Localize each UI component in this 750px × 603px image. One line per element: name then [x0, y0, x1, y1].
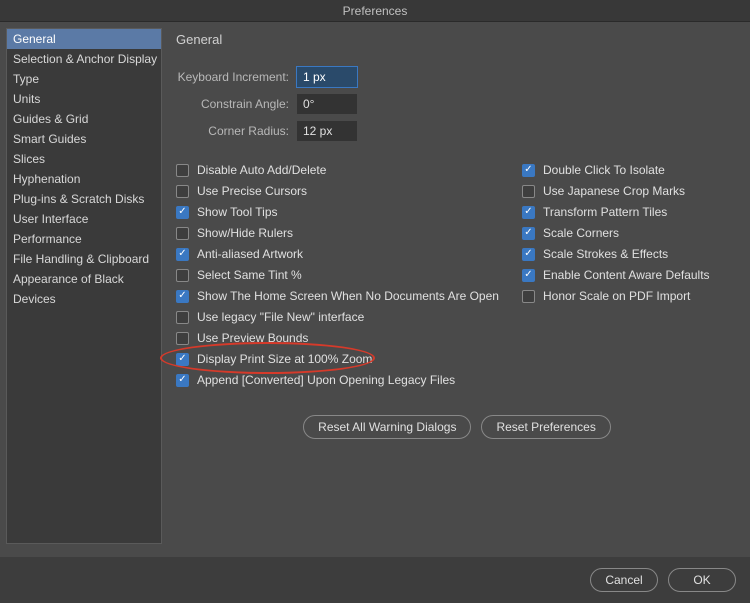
checkbox-row[interactable]: Use Precise Cursors: [176, 184, 522, 198]
sidebar-item-units[interactable]: Units: [7, 89, 161, 109]
checkbox-icon[interactable]: [522, 206, 535, 219]
checkbox-row[interactable]: Append [Converted] Upon Opening Legacy F…: [176, 373, 522, 387]
field-corner-radius: Corner Radius:: [176, 121, 738, 141]
checkbox-row[interactable]: Transform Pattern Tiles: [522, 205, 710, 219]
checkbox-row[interactable]: Enable Content Aware Defaults: [522, 268, 710, 282]
checkbox-icon[interactable]: [522, 227, 535, 240]
checkbox-row[interactable]: Anti-aliased Artwork: [176, 247, 522, 261]
checkbox-icon[interactable]: [176, 269, 189, 282]
checkbox-label: Append [Converted] Upon Opening Legacy F…: [197, 373, 455, 387]
checkbox-label: Use Precise Cursors: [197, 184, 307, 198]
checkbox-icon[interactable]: [176, 311, 189, 324]
checkbox-icon[interactable]: [522, 269, 535, 282]
checkbox-row[interactable]: Select Same Tint %: [176, 268, 522, 282]
checkbox-icon[interactable]: [176, 332, 189, 345]
sidebar-item-hyphenation[interactable]: Hyphenation: [7, 169, 161, 189]
checkbox-label: Anti-aliased Artwork: [197, 247, 303, 261]
ok-button[interactable]: OK: [668, 568, 736, 592]
keyboard-increment-input[interactable]: [297, 67, 357, 87]
sidebar-item-appearance-of-black[interactable]: Appearance of Black: [7, 269, 161, 289]
sidebar-item-type[interactable]: Type: [7, 69, 161, 89]
checkbox-label: Use Japanese Crop Marks: [543, 184, 685, 198]
sidebar-item-file-handling-clipboard[interactable]: File Handling & Clipboard: [7, 249, 161, 269]
field-constrain-angle: Constrain Angle:: [176, 94, 738, 114]
sidebar-item-plug-ins-scratch-disks[interactable]: Plug-ins & Scratch Disks: [7, 189, 161, 209]
checkbox-icon[interactable]: [176, 374, 189, 387]
checkbox-row[interactable]: Use Preview Bounds: [176, 331, 522, 345]
checkbox-icon[interactable]: [176, 227, 189, 240]
checkbox-icon[interactable]: [176, 353, 189, 366]
checkbox-icon[interactable]: [522, 290, 535, 303]
sidebar-item-performance[interactable]: Performance: [7, 229, 161, 249]
checkbox-label: Show The Home Screen When No Documents A…: [197, 289, 499, 303]
checkbox-row[interactable]: Show The Home Screen When No Documents A…: [176, 289, 522, 303]
reset-preferences-button[interactable]: Reset Preferences: [481, 415, 610, 439]
sidebar-item-slices[interactable]: Slices: [7, 149, 161, 169]
checkbox-label: Enable Content Aware Defaults: [543, 268, 710, 282]
category-sidebar: GeneralSelection & Anchor DisplayTypeUni…: [6, 28, 162, 544]
checkbox-column-left: Disable Auto Add/Delete Use Precise Curso…: [176, 163, 522, 387]
main-panel: General Keyboard Increment: Constrain An…: [172, 28, 744, 544]
checkbox-label: Disable Auto Add/Delete: [197, 163, 326, 177]
window-title: Preferences: [343, 4, 408, 18]
checkbox-row[interactable]: Scale Strokes & Effects: [522, 247, 710, 261]
sidebar-item-smart-guides[interactable]: Smart Guides: [7, 129, 161, 149]
checkbox-row[interactable]: Scale Corners: [522, 226, 710, 240]
sidebar-item-general[interactable]: General: [7, 29, 161, 49]
checkbox-icon[interactable]: [176, 206, 189, 219]
checkbox-columns: Disable Auto Add/Delete Use Precise Curso…: [176, 163, 738, 387]
sidebar-item-guides-grid[interactable]: Guides & Grid: [7, 109, 161, 129]
checkbox-label: Honor Scale on PDF Import: [543, 289, 690, 303]
field-label: Constrain Angle:: [176, 97, 289, 111]
sidebar-item-user-interface[interactable]: User Interface: [7, 209, 161, 229]
checkbox-icon[interactable]: [176, 248, 189, 261]
checkbox-label: Double Click To Isolate: [543, 163, 665, 177]
checkbox-row[interactable]: Disable Auto Add/Delete: [176, 163, 522, 177]
checkbox-row[interactable]: Use Japanese Crop Marks: [522, 184, 710, 198]
corner-radius-input[interactable]: [297, 121, 357, 141]
field-label: Keyboard Increment:: [176, 70, 289, 84]
checkbox-icon[interactable]: [176, 290, 189, 303]
checkbox-label: Scale Strokes & Effects: [543, 247, 668, 261]
checkbox-label: Use legacy "File New" interface: [197, 310, 364, 324]
sidebar-item-selection-anchor-display[interactable]: Selection & Anchor Display: [7, 49, 161, 69]
sidebar-item-devices[interactable]: Devices: [7, 289, 161, 309]
reset-warnings-button[interactable]: Reset All Warning Dialogs: [303, 415, 471, 439]
checkbox-row[interactable]: Double Click To Isolate: [522, 163, 710, 177]
checkbox-row[interactable]: Show Tool Tips: [176, 205, 522, 219]
checkbox-label: Show/Hide Rulers: [197, 226, 293, 240]
cancel-button[interactable]: Cancel: [590, 568, 658, 592]
window-titlebar: Preferences: [0, 0, 750, 22]
field-label: Corner Radius:: [176, 124, 289, 138]
checkbox-icon[interactable]: [176, 164, 189, 177]
checkbox-icon[interactable]: [522, 248, 535, 261]
panel-button-row: Reset All Warning Dialogs Reset Preferen…: [176, 415, 738, 439]
content-area: GeneralSelection & Anchor DisplayTypeUni…: [0, 22, 750, 544]
checkbox-column-right: Double Click To Isolate Use Japanese Crop…: [522, 163, 710, 387]
checkbox-row[interactable]: Honor Scale on PDF Import: [522, 289, 710, 303]
checkbox-icon[interactable]: [176, 185, 189, 198]
checkbox-label: Scale Corners: [543, 226, 619, 240]
constrain-angle-input[interactable]: [297, 94, 357, 114]
checkbox-row[interactable]: Use legacy "File New" interface: [176, 310, 522, 324]
checkbox-row[interactable]: Show/Hide Rulers: [176, 226, 522, 240]
dialog-footer: Cancel OK: [0, 557, 750, 603]
checkbox-icon[interactable]: [522, 185, 535, 198]
checkbox-row[interactable]: Display Print Size at 100% Zoom: [176, 352, 522, 366]
checkbox-icon[interactable]: [522, 164, 535, 177]
checkbox-label: Select Same Tint %: [197, 268, 302, 282]
checkbox-label: Display Print Size at 100% Zoom: [197, 352, 372, 366]
field-keyboard-increment: Keyboard Increment:: [176, 67, 738, 87]
checkbox-label: Use Preview Bounds: [197, 331, 308, 345]
checkbox-label: Show Tool Tips: [197, 205, 278, 219]
panel-heading: General: [176, 32, 738, 47]
checkbox-label: Transform Pattern Tiles: [543, 205, 667, 219]
